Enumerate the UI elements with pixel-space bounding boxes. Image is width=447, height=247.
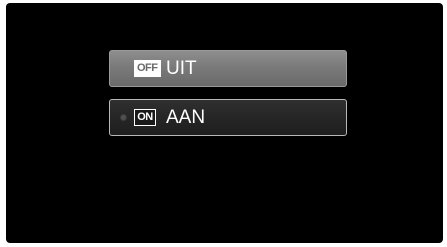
option-on-label: AAN	[166, 107, 206, 128]
on-icon: ON	[134, 109, 156, 126]
selected-indicator-icon	[120, 114, 127, 121]
off-icon: OFF	[134, 60, 161, 77]
option-off-label: UIT	[166, 58, 197, 79]
option-on-button[interactable]: ON AAN	[109, 99, 347, 136]
camera-screen: OFF UIT ON AAN	[6, 3, 443, 243]
option-off-button[interactable]: OFF UIT	[109, 50, 347, 87]
